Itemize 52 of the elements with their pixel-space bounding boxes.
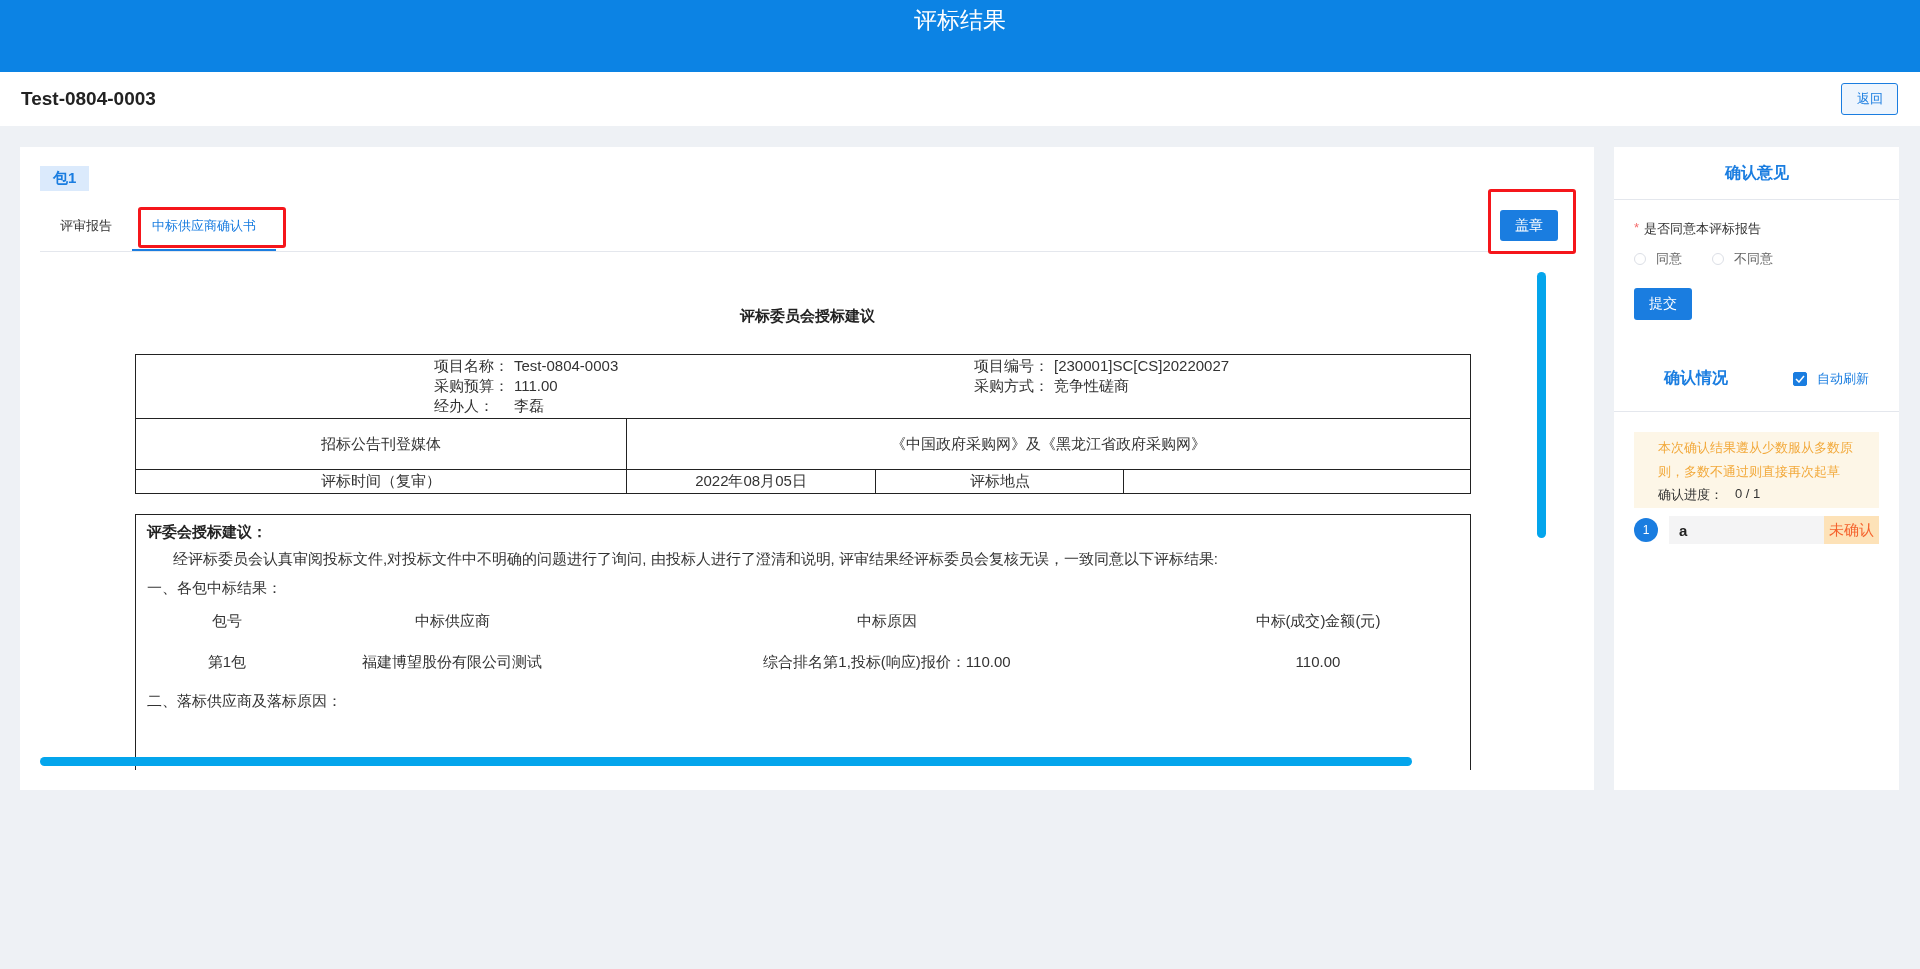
- tab[interactable]: 中标供应商确认书: [132, 217, 276, 251]
- table-cell: 评标地点: [875, 469, 1124, 494]
- field-label: 采购方式：: [974, 377, 1050, 396]
- column-header: 中标原因: [856, 612, 918, 631]
- field-value: 竞争性磋商: [1054, 377, 1129, 396]
- table-cell: 评标时间（复审）: [135, 469, 627, 494]
- back-button[interactable]: 返回: [1841, 83, 1898, 115]
- section-heading: 二、落标供应商及落标原因：: [147, 692, 343, 711]
- stamp-button[interactable]: 盖章: [1500, 210, 1558, 241]
- section-title: 确认情况: [1664, 368, 1728, 388]
- field-label: 经办人：: [434, 397, 495, 416]
- panel-title: 确认意见: [1614, 147, 1899, 200]
- paragraph: 经评标委员会认真审阅投标文件,对投标文件中不明确的问题进行了询问, 由投标人进行了澄清和说明, 评审结果经评标委员会复核无误，一致同意以下评标结果:: [172, 550, 1219, 569]
- member-name: a: [1669, 516, 1824, 544]
- horizontal-scrollbar[interactable]: [40, 757, 1412, 766]
- tab[interactable]: 评审报告: [40, 217, 132, 251]
- notice-text: 本次确认结果遵从少数服从多数原则，多数不通过则直接再次起草: [1658, 439, 1854, 481]
- index-badge: 1: [1634, 518, 1658, 542]
- field-value: 111.00: [514, 377, 558, 396]
- required-mark: *: [1634, 220, 1640, 237]
- field-label: 项目名称：: [434, 357, 510, 376]
- section-heading: 评委会授标建议：: [147, 523, 268, 542]
- question-label: 是否同意本评标报告: [1644, 220, 1762, 238]
- radio-label[interactable]: 不同意: [1734, 250, 1773, 268]
- project-title: Test-0804-0003: [21, 88, 156, 110]
- table-cell: 招标公告刊登媒体: [135, 418, 627, 470]
- column-header: 包号: [211, 612, 243, 631]
- field-label: 项目编号：: [974, 357, 1050, 376]
- table-cell-text: 第1包: [206, 653, 248, 672]
- field-value: [230001]SC[CS]20220027: [1054, 357, 1230, 376]
- column-header: 中标(成交)金额(元): [1254, 612, 1382, 631]
- submit-button[interactable]: 提交: [1634, 288, 1692, 320]
- document-title: 评标委员会授标建议: [738, 307, 876, 326]
- table-cell: 《中国政府采购网》及《黑龙江省政府采购网》: [626, 418, 1471, 470]
- field-label: 采购预算：: [434, 377, 510, 396]
- status-label: 未确认: [1824, 516, 1879, 544]
- field-value: Test-0804-0003: [514, 357, 619, 376]
- progress-label: 确认进度：: [1658, 486, 1723, 504]
- radio-label[interactable]: 同意: [1656, 250, 1682, 268]
- progress-value: 0 / 1: [1735, 486, 1761, 503]
- table-cell-text: 综合排名第1,投标(响应)报价：110.00: [762, 653, 1012, 672]
- checkbox[interactable]: [1793, 371, 1807, 386]
- page-title: 评标结果: [914, 6, 1006, 35]
- field-value: 李磊: [514, 397, 544, 416]
- column-header: 中标供应商: [413, 612, 491, 631]
- checkbox-label[interactable]: 自动刷新: [1817, 369, 1869, 388]
- table-cell-text: 110.00: [1294, 653, 1342, 672]
- table-cell-text: 福建博望股份有限公司测试: [361, 653, 543, 672]
- vertical-scrollbar[interactable]: [1537, 272, 1546, 538]
- package-tag: 包1: [40, 166, 90, 191]
- table-cell: 2022年08月05日: [626, 469, 876, 494]
- section-heading: 一、各包中标结果：: [147, 579, 283, 598]
